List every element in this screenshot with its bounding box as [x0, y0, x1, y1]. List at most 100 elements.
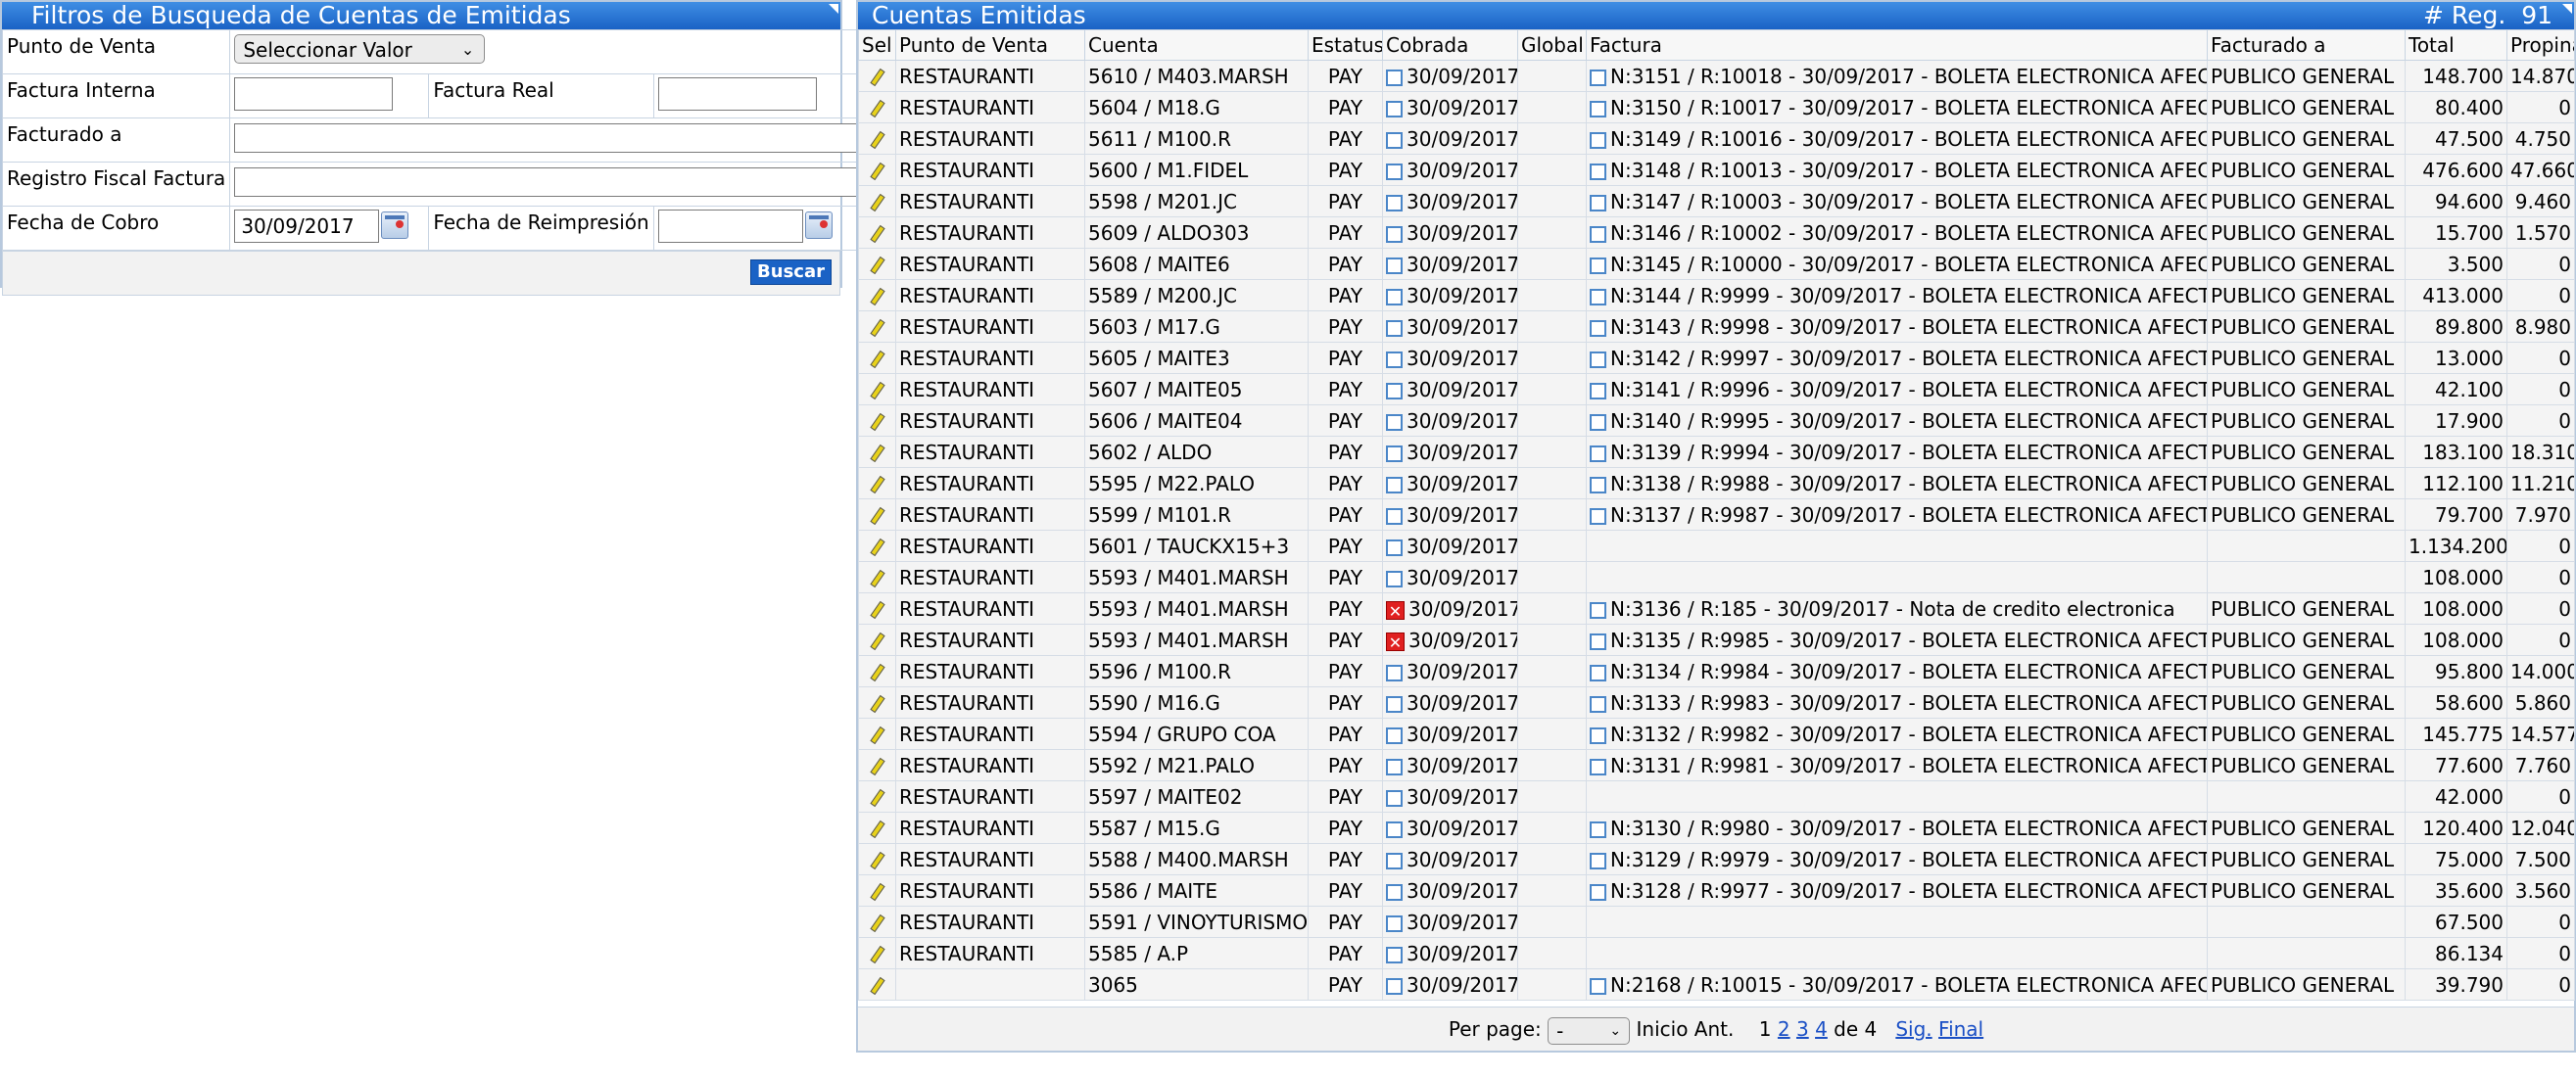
checkbox-icon[interactable] [1590, 883, 1606, 901]
pager-page-link[interactable]: 2 [1778, 1017, 1790, 1041]
calendar-icon[interactable] [381, 211, 409, 239]
pager-sig-link[interactable]: Sig. [1895, 1017, 1932, 1041]
table-row[interactable]: RESTAURANTI 5607 / MAITE05 PAY 30/09/2017 N:… [858, 373, 2575, 405]
checkbox-icon[interactable] [1590, 758, 1606, 775]
checkbox-icon[interactable] [1590, 351, 1606, 368]
table-row[interactable]: RESTAURANTI 5585 / A.P PAY 30/09/2017 86.134… [858, 937, 2575, 969]
checkbox-icon[interactable] [1386, 257, 1403, 274]
pencil-icon[interactable] [869, 445, 886, 462]
checkbox-icon[interactable] [1386, 570, 1403, 587]
checkbox-icon[interactable] [1386, 977, 1403, 995]
checkbox-icon[interactable] [1590, 288, 1606, 305]
checkbox-icon[interactable] [1590, 977, 1606, 995]
checkbox-icon[interactable] [1590, 852, 1606, 869]
pencil-icon[interactable] [869, 69, 886, 86]
checkbox-icon[interactable] [1590, 726, 1606, 744]
checkbox-icon[interactable] [1386, 225, 1403, 243]
table-row[interactable]: RESTAURANTI 5593 / M401.MARSH PAY ✕ 30/09/20… [858, 624, 2575, 656]
checkbox-icon[interactable] [1386, 539, 1403, 556]
checkbox-icon[interactable] [1590, 476, 1606, 493]
checkbox-icon[interactable] [1386, 319, 1403, 337]
registro-fiscal-input[interactable] [234, 167, 858, 197]
checkbox-icon[interactable] [1590, 163, 1606, 180]
table-row[interactable]: RESTAURANTI 5609 / ALDO303 PAY 30/09/2017 N:… [858, 216, 2575, 249]
checkbox-icon[interactable] [1386, 163, 1403, 180]
checkbox-icon[interactable] [1590, 664, 1606, 681]
pencil-icon[interactable] [869, 946, 886, 963]
collapse-corner-icon[interactable] [829, 4, 838, 14]
table-row[interactable]: RESTAURANTI 5599 / M101.R PAY 30/09/2017 N:3… [858, 498, 2575, 531]
checkbox-icon[interactable] [1590, 194, 1606, 211]
table-row[interactable]: RESTAURANTI 5601 / TAUCKX15+3 PAY 30/09/201… [858, 530, 2575, 562]
checkbox-icon[interactable] [1590, 445, 1606, 462]
pencil-icon[interactable] [869, 131, 886, 149]
table-row[interactable]: RESTAURANTI 5594 / GRUPO COA PAY 30/09/2017… [858, 718, 2575, 750]
checkbox-icon[interactable] [1386, 100, 1403, 117]
checkbox-icon[interactable] [1386, 883, 1403, 901]
table-row[interactable]: RESTAURANTI 5592 / M21.PALO PAY 30/09/2017 N… [858, 749, 2575, 781]
factura-real-input[interactable] [657, 77, 817, 111]
pencil-icon[interactable] [869, 789, 886, 807]
pencil-icon[interactable] [869, 852, 886, 869]
pencil-icon[interactable] [869, 695, 886, 713]
table-row[interactable]: RESTAURANTI 5586 / MAITE PAY 30/09/2017 N:31… [858, 874, 2575, 907]
factura-interna-input[interactable] [234, 77, 394, 111]
checkbox-icon[interactable] [1590, 69, 1606, 86]
per-page-select[interactable]: - ⌄ [1548, 1016, 1631, 1045]
checkbox-icon[interactable] [1386, 852, 1403, 869]
pencil-icon[interactable] [869, 100, 886, 117]
checkbox-icon[interactable] [1386, 194, 1403, 211]
checkbox-icon[interactable] [1386, 413, 1403, 431]
checkbox-icon[interactable] [1590, 131, 1606, 149]
checkbox-icon[interactable] [1386, 695, 1403, 713]
table-row[interactable]: RESTAURANTI 5593 / M401.MARSH PAY 30/09/201… [858, 561, 2575, 593]
table-row[interactable]: RESTAURANTI 5587 / M15.G PAY 30/09/2017 N:31… [858, 812, 2575, 844]
pencil-icon[interactable] [869, 194, 886, 211]
pencil-icon[interactable] [869, 413, 886, 431]
checkbox-icon[interactable] [1386, 69, 1403, 86]
table-row[interactable]: RESTAURANTI 5603 / M17.G PAY 30/09/2017 N:31… [858, 310, 2575, 343]
pencil-icon[interactable] [869, 476, 886, 493]
checkbox-icon[interactable] [1386, 946, 1403, 963]
pencil-icon[interactable] [869, 664, 886, 681]
table-row[interactable]: RESTAURANTI 5610 / M403.MARSH PAY 30/09/201… [858, 60, 2575, 92]
facturado-input[interactable] [234, 123, 858, 153]
table-row[interactable]: RESTAURANTI 5596 / M100.R PAY 30/09/2017 N:3… [858, 655, 2575, 687]
table-row[interactable]: RESTAURANTI 5611 / M100.R PAY 30/09/2017 N:3… [858, 122, 2575, 155]
checkbox-icon[interactable] [1386, 131, 1403, 149]
checkbox-icon[interactable] [1386, 914, 1403, 932]
table-row[interactable]: 3065 PAY 30/09/2017 N:2168 / R:10015 - 30/0… [858, 968, 2575, 1001]
table-row[interactable]: RESTAURANTI 5602 / ALDO PAY 30/09/2017 N:313… [858, 436, 2575, 468]
pencil-icon[interactable] [869, 382, 886, 399]
pager-page-link[interactable]: 3 [1796, 1017, 1809, 1041]
checkbox-icon[interactable] [1590, 257, 1606, 274]
table-row[interactable]: RESTAURANTI 5606 / MAITE04 PAY 30/09/2017 N:… [858, 404, 2575, 437]
pencil-icon[interactable] [869, 820, 886, 838]
table-row[interactable]: RESTAURANTI 5589 / M200.JC PAY 30/09/2017 N:… [858, 279, 2575, 311]
table-row[interactable]: RESTAURANTI 5593 / M401.MARSH PAY ✕ 30/09/20… [858, 592, 2575, 625]
punto-venta-select[interactable]: Seleccionar Valor ⌄ [234, 34, 486, 64]
collapse-corner-icon[interactable] [2562, 4, 2572, 14]
red-x-icon[interactable]: ✕ [1386, 600, 1405, 621]
pencil-icon[interactable] [869, 883, 886, 901]
checkbox-icon[interactable] [1590, 633, 1606, 650]
table-row[interactable]: RESTAURANTI 5605 / MAITE3 PAY 30/09/2017 N:3… [858, 342, 2575, 374]
pencil-icon[interactable] [869, 225, 886, 243]
checkbox-icon[interactable] [1590, 382, 1606, 399]
table-row[interactable]: RESTAURANTI 5600 / M1.FIDEL PAY 30/09/2017 N… [858, 154, 2575, 186]
checkbox-icon[interactable] [1590, 319, 1606, 337]
checkbox-icon[interactable] [1386, 288, 1403, 305]
checkbox-icon[interactable] [1590, 100, 1606, 117]
pencil-icon[interactable] [869, 351, 886, 368]
checkbox-icon[interactable] [1386, 382, 1403, 399]
pager-page-link[interactable]: 4 [1815, 1017, 1828, 1041]
pencil-icon[interactable] [869, 758, 886, 775]
pencil-icon[interactable] [869, 977, 886, 995]
table-row[interactable]: RESTAURANTI 5604 / M18.G PAY 30/09/2017 N:31… [858, 91, 2575, 123]
table-row[interactable]: RESTAURANTI 5590 / M16.G PAY 30/09/2017 N:31… [858, 686, 2575, 719]
table-row[interactable]: RESTAURANTI 5588 / M400.MARSH PAY 30/09/201… [858, 843, 2575, 875]
checkbox-icon[interactable] [1590, 413, 1606, 431]
checkbox-icon[interactable] [1590, 820, 1606, 838]
pencil-icon[interactable] [869, 601, 886, 619]
pencil-icon[interactable] [869, 726, 886, 744]
